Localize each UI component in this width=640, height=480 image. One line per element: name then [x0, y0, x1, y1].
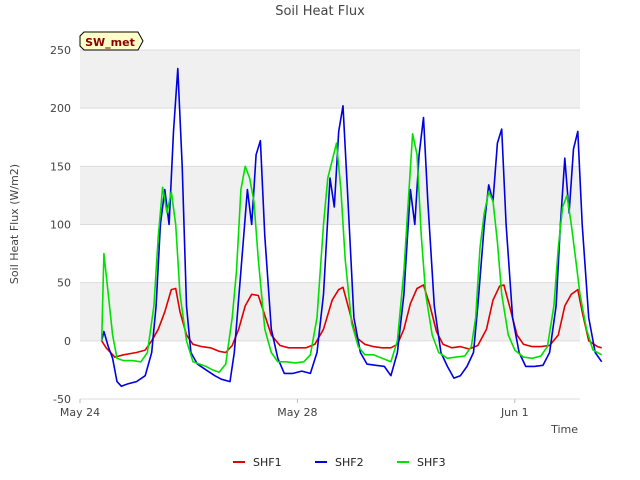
y-tick-label: 200: [50, 102, 71, 115]
y-axis-label: Soil Heat Flux (W/m2): [8, 164, 21, 284]
x-tick-label: Jun 1: [500, 406, 529, 419]
y-tick-labels: -50 0 50 100 150 200 250: [50, 44, 71, 406]
y-tick-label: 150: [50, 160, 71, 173]
soil-heat-flux-chart: Soil Heat Flux -50 0 50 100 150 200 250 May 24…: [8, 4, 603, 469]
legend-label-shf3: SHF3: [417, 456, 446, 469]
x-tick-label: May 24: [60, 406, 100, 419]
badge-label: SW_met: [85, 36, 135, 49]
chart-title: Soil Heat Flux: [275, 4, 365, 19]
y-tick-label: 250: [50, 44, 71, 57]
plot-band: [80, 50, 580, 109]
x-tick-labels: May 24 May 28 Jun 1: [60, 399, 529, 419]
legend: SHF1 SHF2 SHF3: [233, 456, 446, 469]
legend-label-shf2: SHF2: [335, 456, 364, 469]
x-tick-label: May 28: [277, 406, 317, 419]
y-tick-label: -50: [53, 393, 71, 406]
y-tick-label: 100: [50, 219, 71, 232]
legend-label-shf1: SHF1: [253, 456, 282, 469]
station-badge: SW_met: [79, 31, 144, 51]
y-tick-label: 0: [64, 335, 71, 348]
y-tick-label: 50: [57, 277, 71, 290]
x-axis-label: Time: [550, 423, 578, 436]
